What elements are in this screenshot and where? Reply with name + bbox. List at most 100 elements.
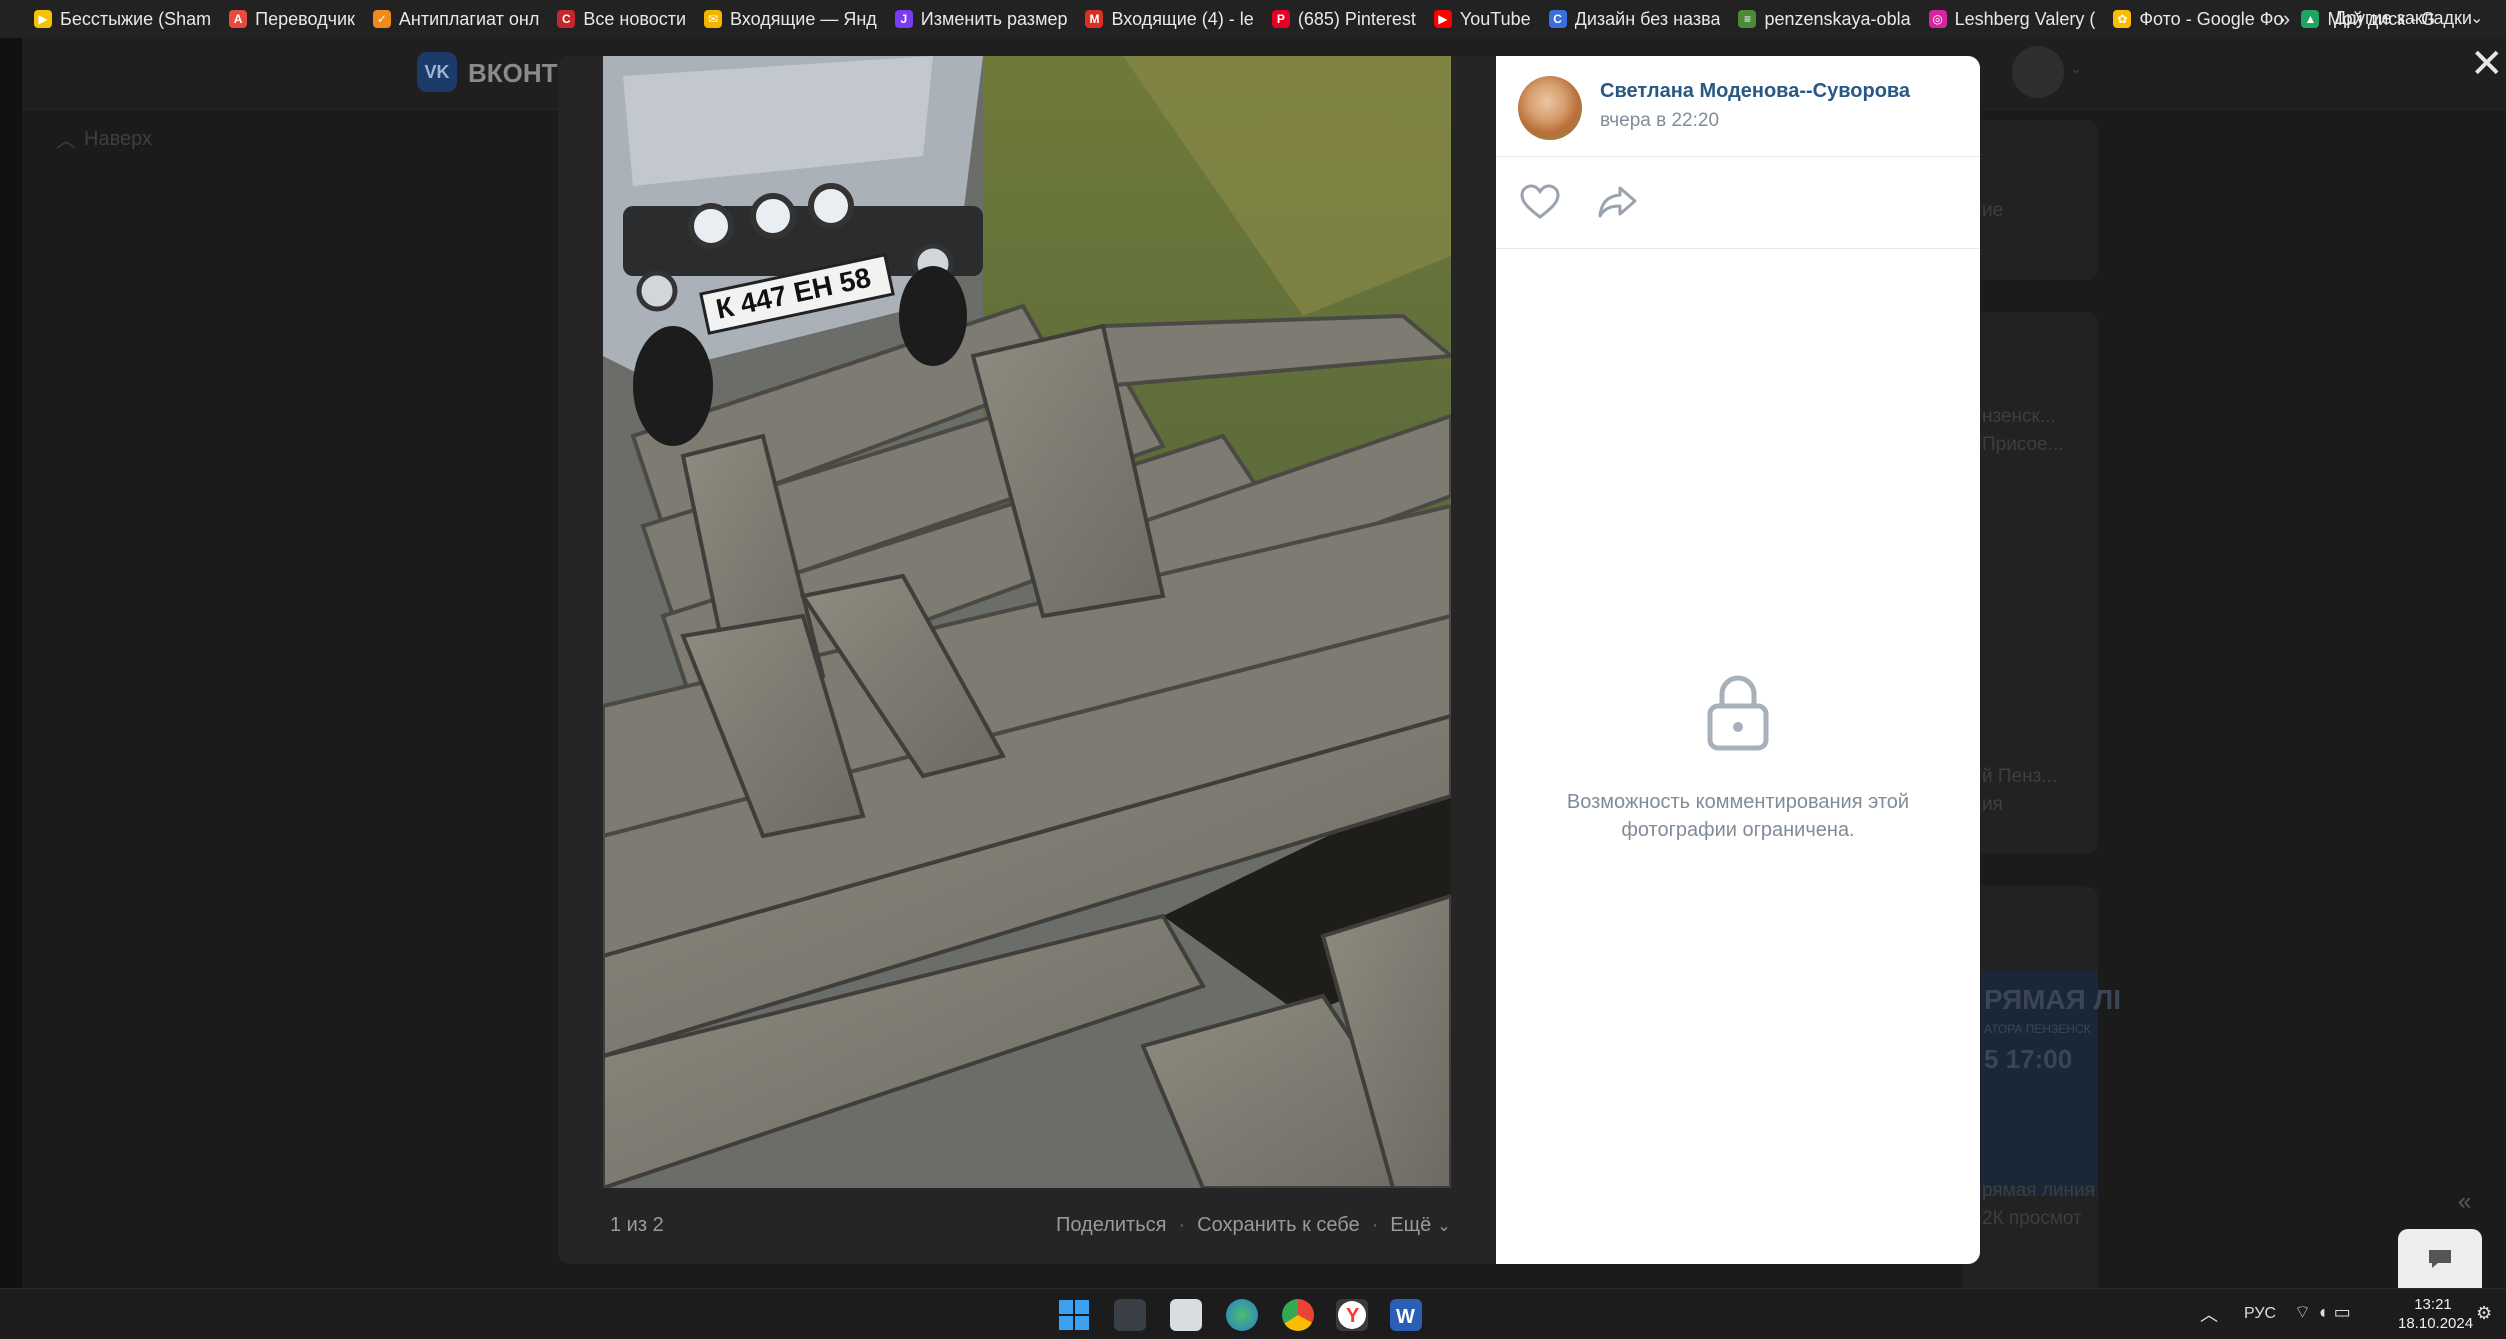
bookmark-favicon-icon: ✓ <box>372 10 391 28</box>
chevron-down-icon[interactable]: ⌄ <box>1437 1216 1450 1236</box>
tray-chevron-up-icon[interactable]: ︿ <box>2200 1301 2218 1327</box>
divider <box>1496 248 1980 249</box>
lock-icon <box>1704 672 1772 757</box>
bookmark-favicon-icon: ≡ <box>1738 10 1757 28</box>
vk-logo-icon[interactable]: VK <box>417 52 457 92</box>
right-card-text: нзенск... <box>1982 406 2056 427</box>
right-card-text: ие <box>1982 200 2004 221</box>
share-link[interactable]: Поделиться <box>1056 1214 1166 1237</box>
bookmark-favicon-icon: M <box>1085 10 1104 28</box>
chevron-down-icon[interactable]: ⌄ <box>2070 60 2082 77</box>
yandex-browser-icon[interactable]: Y <box>1336 1299 1368 1331</box>
separator-dot: · <box>1178 1214 1186 1236</box>
bookmark-item[interactable]: ◎ Leshberg Valery ( <box>1928 8 2096 30</box>
chat-icon <box>2429 1250 2451 1268</box>
bookmark-item[interactable]: J Изменить размер <box>894 8 1068 30</box>
windows-taskbar: Y W ︿ РУС ⌔◖▭ 13:21 18.10.2024 ⚙ <box>0 1288 2506 1339</box>
clock[interactable]: 13:21 18.10.2024 <box>2398 1295 2474 1333</box>
bookmarks-bar: ▶ Бесстыжие (Sham A Переводчик ✓ Антиплагиат … <box>0 0 2506 38</box>
bookmark-item[interactable]: ✿ Фото - Google Фо <box>2113 9 2283 30</box>
bookmark-item[interactable]: ✉ Входящие — Янд <box>704 9 877 30</box>
author-name-link[interactable]: Светлана Моденова--Суворова <box>1600 80 1910 103</box>
photo-image: К 447 ЕН 58 <box>603 56 1451 1188</box>
bookmark-favicon-icon: J <box>894 10 913 28</box>
clock-date: 18.10.2024 <box>2398 1315 2474 1332</box>
bookmark-item[interactable]: C Все новости <box>557 9 686 30</box>
chevron-down-icon[interactable]: ⌄ <box>2470 8 2483 28</box>
bookmark-favicon-icon: A <box>229 10 248 28</box>
app-icon[interactable] <box>1170 1299 1202 1331</box>
right-card-text: й Пенз... <box>1982 766 2058 787</box>
bookmark-item[interactable]: P (685) Pinterest <box>1271 8 1416 30</box>
vk-site-name[interactable]: ВКОНТ <box>468 58 558 89</box>
bookmark-item[interactable]: ✓ Антиплагиат онл <box>372 8 540 30</box>
more-menu-button[interactable]: Ещё <box>1390 1214 1431 1237</box>
nav-up-link[interactable]: Наверх <box>84 128 152 151</box>
svg-text:Y: Y <box>1346 1305 1360 1327</box>
post-time-link[interactable]: вчера в 22:20 <box>1600 110 1719 132</box>
viewer-footer: 1 из 2 Поделиться · Сохранить к себе · Е… <box>558 1188 1496 1264</box>
bookmark-label: Фото - Google Фо <box>2139 8 2284 29</box>
bookmark-label: Антиплагиат онл <box>398 8 540 29</box>
photo[interactable]: К 447 ЕН 58 <box>603 56 1451 1188</box>
collapse-chevron-icon[interactable]: « <box>2458 1188 2471 1216</box>
like-button[interactable] <box>1520 184 1560 225</box>
bookmark-item[interactable]: C Дизайн без назва <box>1548 9 1720 30</box>
right-card-text: Присое... <box>1982 434 2064 455</box>
language-indicator[interactable]: РУС <box>2244 1305 2276 1323</box>
calculator-icon[interactable] <box>1114 1299 1146 1331</box>
bookmark-item[interactable]: ▶ Бесстыжие (Sham <box>34 9 211 30</box>
separator-dot: · <box>1371 1214 1379 1236</box>
right-card-text: ия <box>1982 794 2003 815</box>
start-windows-icon[interactable] <box>1058 1299 1090 1331</box>
bookmark-label: YouTube <box>1459 8 1531 29</box>
chat-button[interactable] <box>2398 1229 2482 1289</box>
bookmark-favicon-icon: ▶ <box>34 10 52 28</box>
bookmark-item[interactable]: M Входящие (4) - le <box>1085 8 1254 30</box>
photo-counter: 1 из 2 <box>610 1214 664 1236</box>
promo-time: 5 17:00 <box>1984 1044 2073 1074</box>
bookmark-label: penzenskaya-obla <box>1764 8 1911 29</box>
notifications-icon[interactable]: ⚙ <box>2476 1303 2492 1324</box>
chrome-icon[interactable] <box>1282 1299 1314 1331</box>
bookmark-item[interactable]: ≡ penzenskaya-obla <box>1738 8 1911 30</box>
bookmark-label: Входящие — Янд <box>730 8 877 29</box>
user-avatar[interactable] <box>2012 46 2064 98</box>
bookmark-label: Все новости <box>583 8 686 29</box>
share-arrow-icon <box>1598 186 1637 218</box>
bookmark-label: Leshberg Valery ( <box>1954 8 2096 29</box>
post-side-panel: Светлана Моденова--Суворова вчера в 22:2… <box>1496 56 1980 1264</box>
bookmark-favicon-icon: ▶ <box>1433 10 1452 28</box>
author-avatar[interactable] <box>1518 76 1582 140</box>
bookmark-favicon-icon: ◎ <box>1928 10 1947 28</box>
heart-icon <box>1520 184 1560 219</box>
bookmark-favicon-icon: ✿ <box>2113 10 2132 28</box>
close-viewer-button[interactable]: ✕ <box>2470 44 2504 84</box>
promo-subtitle: АТОРА ПЕНЗЕНСК <box>1984 1022 2091 1036</box>
viewer-actions: Поделиться · Сохранить к себе · Ещё ⌄ <box>1056 1214 1451 1237</box>
bookmark-favicon-icon: ▲ <box>2301 10 2320 28</box>
bookmark-label: Бесстыжие (Sham <box>60 8 212 29</box>
bookmark-label: Входящие (4) - le <box>1111 8 1254 29</box>
bookmark-label: Переводчик <box>255 8 355 29</box>
bookmarks-overflow-button[interactable]: » <box>2278 6 2290 32</box>
bookmark-favicon-icon: C <box>1548 10 1567 28</box>
tray-wifi-volume-battery-icons[interactable]: ⌔◖▭ <box>2294 1301 2357 1324</box>
divider <box>1496 156 1980 157</box>
bookmark-favicon-icon: ✉ <box>704 10 722 28</box>
bookmark-favicon-icon: C <box>557 10 576 28</box>
bookmark-label: (685) Pinterest <box>1297 8 1416 29</box>
right-card-text: 2К просмот <box>1982 1208 2082 1229</box>
share-button[interactable] <box>1598 184 1638 225</box>
bookmark-label: Изменить размер <box>920 8 1068 29</box>
other-bookmarks-folder[interactable]: Другие закладки <box>2334 8 2472 29</box>
svg-text:W: W <box>1396 1306 1415 1328</box>
globe-icon[interactable] <box>1226 1299 1258 1331</box>
bookmark-item[interactable]: ▶ YouTube <box>1433 8 1531 30</box>
chevron-up-icon[interactable]: ︿ <box>56 124 76 153</box>
save-to-album-link[interactable]: Сохранить к себе <box>1197 1214 1360 1237</box>
promo-title: РЯМАЯ ЛІ <box>1984 984 2121 1015</box>
word-icon[interactable]: W <box>1390 1299 1422 1331</box>
bookmark-item[interactable]: A Переводчик <box>229 9 355 30</box>
left-sidebar-strip <box>0 38 22 1288</box>
